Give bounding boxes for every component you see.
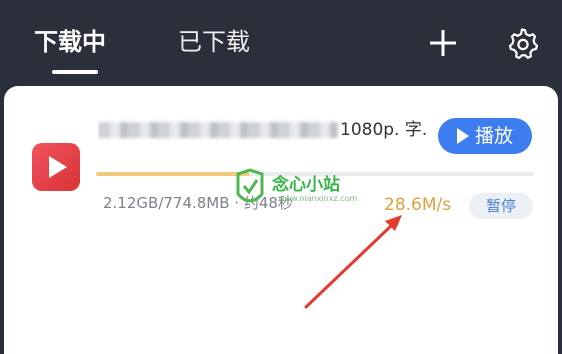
play-button[interactable]: 播放 [438,118,532,154]
active-tab-indicator [52,70,98,74]
download-speed: 28.6M/s [384,195,452,215]
video-play-icon [32,143,80,191]
top-bar: 下载中 已下载 [0,0,562,86]
blurred-filename-part [98,122,338,138]
tab-downloaded[interactable]: 已下载 [178,24,250,60]
play-button-label: 播放 [474,125,513,147]
watermark-logo: 念心小站 www.nianxinxz.com [226,158,357,220]
watermark-text: 念心小站 [272,175,340,195]
file-name: 1080p. 字.mp4 [98,118,428,142]
download-manager-screen: 下载中 已下载 1080p. 字.mp4 播放 2.12GB/774.8M [0,0,562,354]
watermark-icon [236,168,264,203]
tab-downloading[interactable]: 下载中 [34,24,106,60]
pause-button[interactable]: 暂停 [469,193,533,219]
play-icon [456,128,469,144]
watermark-subtext: www.nianxinxz.com [278,194,358,203]
plus-icon[interactable] [426,26,460,60]
file-name-visible: 1080p. 字.mp4 [340,120,428,140]
gear-icon[interactable] [505,26,539,60]
